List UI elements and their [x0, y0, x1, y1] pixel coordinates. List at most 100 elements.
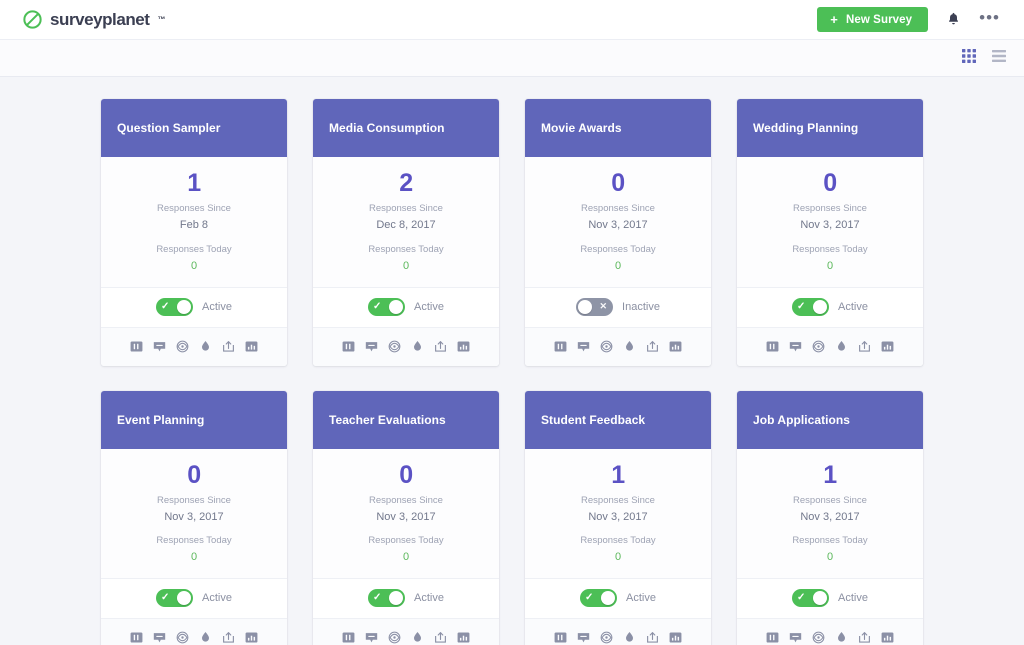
results-chart-icon[interactable]: [457, 340, 470, 353]
preview-eye-icon[interactable]: [812, 631, 825, 644]
preview-eye-icon[interactable]: [600, 631, 613, 644]
results-chart-icon[interactable]: [245, 631, 258, 644]
responses-today-label: Responses Today: [323, 535, 489, 548]
theme-droplet-icon[interactable]: [199, 631, 212, 644]
survey-active-toggle[interactable]: ✓: [156, 298, 193, 316]
survey-title: Question Sampler: [117, 121, 221, 135]
responses-since-label: Responses Since: [747, 203, 913, 216]
survey-card-1[interactable]: Media Consumption 2 Responses Since Dec …: [313, 99, 499, 366]
edit-questions-icon[interactable]: [130, 340, 143, 353]
survey-active-toggle[interactable]: ✓: [368, 589, 405, 607]
survey-card-4[interactable]: Event Planning 0 Responses Since Nov 3, …: [101, 391, 287, 645]
results-chart-icon[interactable]: [457, 631, 470, 644]
survey-active-toggle[interactable]: ✓: [792, 589, 829, 607]
theme-droplet-icon[interactable]: [623, 631, 636, 644]
preview-eye-icon[interactable]: [812, 340, 825, 353]
survey-card-3[interactable]: Wedding Planning 0 Responses Since Nov 3…: [737, 99, 923, 366]
survey-card-7[interactable]: Job Applications 1 Responses Since Nov 3…: [737, 391, 923, 645]
preview-eye-icon[interactable]: [600, 340, 613, 353]
results-chart-icon[interactable]: [881, 340, 894, 353]
theme-droplet-icon[interactable]: [835, 631, 848, 644]
responses-count: 0: [111, 462, 277, 488]
theme-droplet-icon[interactable]: [411, 340, 424, 353]
theme-droplet-icon[interactable]: [411, 631, 424, 644]
grid-view-icon[interactable]: [962, 49, 976, 68]
survey-card-0[interactable]: Question Sampler 1 Responses Since Feb 8…: [101, 99, 287, 366]
share-icon[interactable]: [222, 340, 235, 353]
share-icon[interactable]: [434, 340, 447, 353]
plus-icon: +: [830, 13, 838, 26]
preview-eye-icon[interactable]: [388, 340, 401, 353]
survey-stats: 2 Responses Since Dec 8, 2017 Responses …: [313, 157, 499, 288]
edit-questions-icon[interactable]: [766, 631, 779, 644]
survey-active-toggle[interactable]: ✓: [792, 298, 829, 316]
new-survey-label: New Survey: [846, 14, 912, 26]
theme-droplet-icon[interactable]: [199, 340, 212, 353]
preview-eye-icon[interactable]: [388, 631, 401, 644]
responses-count: 2: [323, 170, 489, 196]
messages-icon[interactable]: [365, 340, 378, 353]
results-chart-icon[interactable]: [245, 340, 258, 353]
survey-stats: 0 Responses Since Nov 3, 2017 Responses …: [101, 449, 287, 580]
results-chart-icon[interactable]: [669, 340, 682, 353]
share-icon[interactable]: [858, 340, 871, 353]
survey-status-row: ✓ Active: [101, 288, 287, 328]
messages-icon[interactable]: [153, 631, 166, 644]
survey-status-label: Active: [414, 301, 444, 313]
survey-card-header: Media Consumption: [313, 99, 499, 157]
responses-since-label: Responses Since: [111, 203, 277, 216]
survey-stats: 1 Responses Since Nov 3, 2017 Responses …: [737, 449, 923, 580]
results-chart-icon[interactable]: [669, 631, 682, 644]
survey-action-bar: [313, 619, 499, 645]
messages-icon[interactable]: [153, 340, 166, 353]
edit-questions-icon[interactable]: [342, 631, 355, 644]
responses-since-label: Responses Since: [535, 495, 701, 508]
share-icon[interactable]: [646, 340, 659, 353]
survey-card-6[interactable]: Student Feedback 1 Responses Since Nov 3…: [525, 391, 711, 645]
survey-status-row: ✓ Active: [101, 579, 287, 619]
responses-today-label: Responses Today: [535, 244, 701, 257]
list-view-icon[interactable]: [992, 49, 1006, 68]
survey-card-2[interactable]: Movie Awards 0 Responses Since Nov 3, 20…: [525, 99, 711, 366]
toggle-glyph: ✓: [585, 593, 593, 603]
edit-questions-icon[interactable]: [766, 340, 779, 353]
preview-eye-icon[interactable]: [176, 340, 189, 353]
survey-card-header: Teacher Evaluations: [313, 391, 499, 449]
theme-droplet-icon[interactable]: [835, 340, 848, 353]
share-icon[interactable]: [222, 631, 235, 644]
messages-icon[interactable]: [789, 340, 802, 353]
messages-icon[interactable]: [789, 631, 802, 644]
more-menu-button[interactable]: •••: [979, 14, 1000, 26]
responses-today-label: Responses Today: [747, 535, 913, 548]
toggle-knob: [578, 300, 592, 314]
survey-active-toggle[interactable]: ✕: [576, 298, 613, 316]
responses-today-label: Responses Today: [747, 244, 913, 257]
preview-eye-icon[interactable]: [176, 631, 189, 644]
survey-stats: 0 Responses Since Nov 3, 2017 Responses …: [737, 157, 923, 288]
new-survey-button[interactable]: + New Survey: [817, 7, 928, 32]
results-chart-icon[interactable]: [881, 631, 894, 644]
survey-active-toggle[interactable]: ✓: [368, 298, 405, 316]
brand-logo[interactable]: surveyplanet ™: [22, 9, 165, 30]
survey-active-toggle[interactable]: ✓: [156, 589, 193, 607]
messages-icon[interactable]: [577, 340, 590, 353]
theme-droplet-icon[interactable]: [623, 340, 636, 353]
share-icon[interactable]: [434, 631, 447, 644]
edit-questions-icon[interactable]: [342, 340, 355, 353]
messages-icon[interactable]: [365, 631, 378, 644]
survey-title: Movie Awards: [541, 121, 622, 135]
messages-icon[interactable]: [577, 631, 590, 644]
survey-status-label: Active: [838, 592, 868, 604]
edit-questions-icon[interactable]: [554, 631, 567, 644]
edit-questions-icon[interactable]: [554, 340, 567, 353]
survey-card-5[interactable]: Teacher Evaluations 0 Responses Since No…: [313, 391, 499, 645]
share-icon[interactable]: [646, 631, 659, 644]
survey-card-header: Question Sampler: [101, 99, 287, 157]
share-icon[interactable]: [858, 631, 871, 644]
edit-questions-icon[interactable]: [130, 631, 143, 644]
notifications-button[interactable]: [946, 11, 961, 29]
survey-active-toggle[interactable]: ✓: [580, 589, 617, 607]
survey-status-row: ✓ Active: [525, 579, 711, 619]
responses-since-date: Nov 3, 2017: [747, 510, 913, 525]
survey-status-row: ✓ Active: [737, 288, 923, 328]
